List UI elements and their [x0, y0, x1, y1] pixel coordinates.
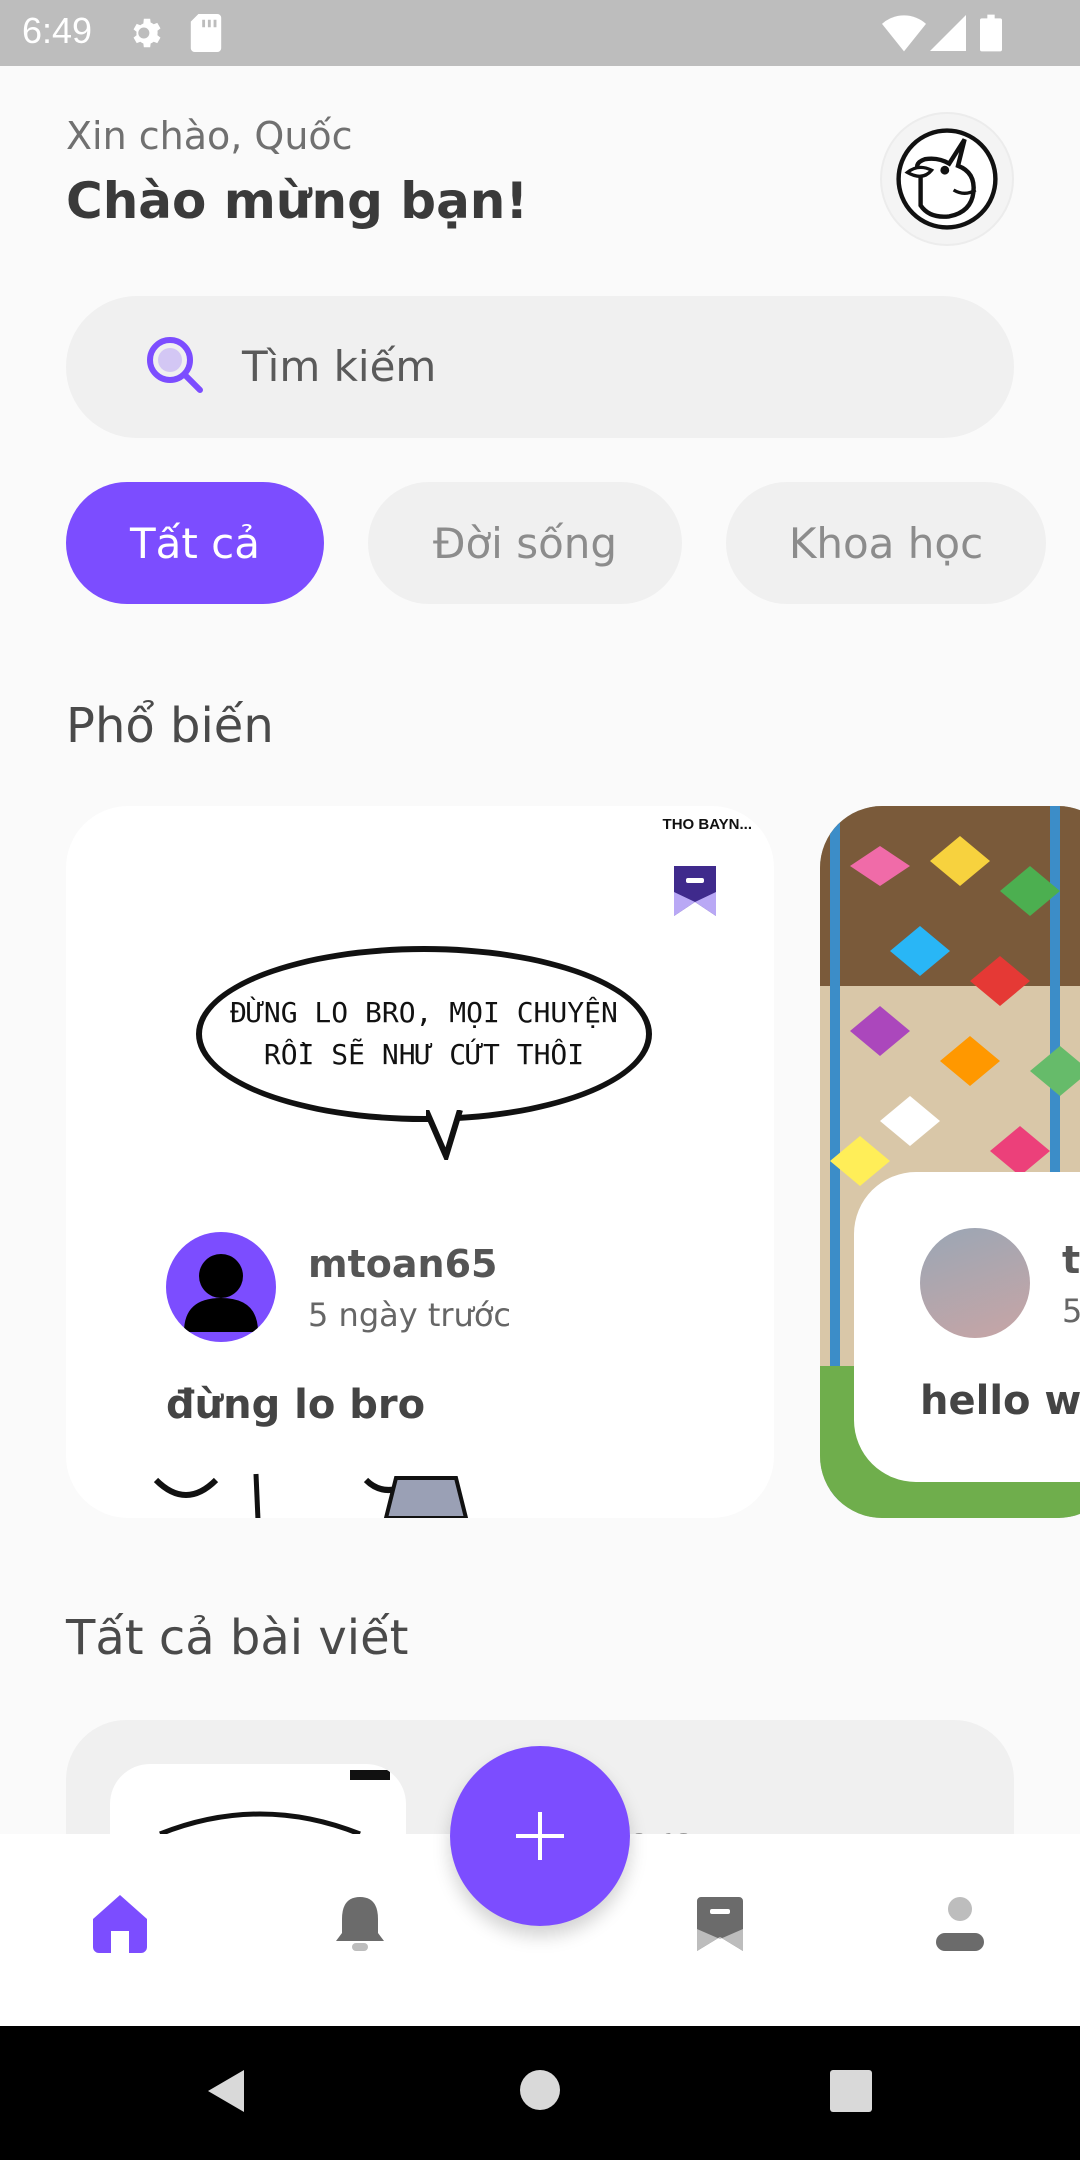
settings-icon: [128, 14, 166, 56]
home-icon: [93, 1895, 147, 1953]
author-avatar: [920, 1228, 1030, 1338]
section-popular-title: Phổ biến: [66, 698, 274, 754]
author-name: mtoan65: [308, 1242, 498, 1286]
chip-all[interactable]: Tất cả: [66, 482, 324, 604]
comic-watermark: THO BAYN...: [662, 816, 752, 833]
author-avatar: [166, 1232, 276, 1342]
system-navigation-bar: [0, 2026, 1080, 2160]
sd-card-icon: [190, 14, 222, 56]
nav-bookmarks[interactable]: [680, 1884, 760, 1964]
section-all-posts-title: Tất cả bài viết: [66, 1610, 409, 1666]
post-info-panel: t 5 hello wo: [854, 1172, 1080, 1482]
profile-icon: [936, 1897, 984, 1951]
post-info-panel: mtoan65 5 ngày trước đừng lo bro: [132, 1172, 772, 1462]
user-avatar[interactable]: [880, 112, 1014, 246]
add-post-button[interactable]: [450, 1746, 630, 1926]
post-title: hello wo: [920, 1378, 1080, 1424]
greeting-text: Xin chào, Quốc: [66, 114, 353, 158]
nav-home[interactable]: [80, 1884, 160, 1964]
wifi-icon: [882, 14, 926, 56]
comic-line-2: RỒI SẼ NHƯ CỨT THÔI: [263, 1038, 585, 1071]
recents-icon[interactable]: [830, 2070, 872, 2116]
author-name: t: [1062, 1238, 1080, 1282]
unicorn-avatar-icon: [896, 128, 998, 230]
home-button-icon[interactable]: [518, 2068, 562, 2116]
popular-card[interactable]: THO BAYN... ĐỪNG LO BRO, MỌI CHUYỆN RỒI …: [66, 806, 774, 1518]
bookmark-icon[interactable]: [670, 862, 720, 924]
chip-science[interactable]: Khoa học: [726, 482, 1046, 604]
bubble-tail: [426, 1110, 463, 1160]
post-time: 5 ngày trước: [308, 1296, 511, 1334]
comic-line-1: ĐỪNG LO BRO, MỌI CHUYỆN: [230, 996, 618, 1029]
status-bar: 6:49: [0, 0, 1080, 66]
chip-life[interactable]: Đời sống: [368, 482, 682, 604]
nav-profile[interactable]: [920, 1884, 1000, 1964]
bell-icon: [336, 1897, 384, 1951]
battery-icon: [980, 14, 1002, 56]
search-placeholder: Tìm kiếm: [242, 342, 437, 391]
bookmark-icon: [697, 1897, 743, 1951]
comic-drawing-bottom: [153, 1473, 469, 1518]
search-bar[interactable]: Tìm kiếm: [66, 296, 1014, 438]
nav-notifications[interactable]: [320, 1884, 400, 1964]
back-icon[interactable]: [204, 2066, 248, 2120]
comic-speech-bubble: ĐỪNG LO BRO, MỌI CHUYỆN RỒI SẼ NHƯ CỨT T…: [196, 946, 652, 1122]
welcome-title: Chào mừng bạn!: [66, 172, 529, 230]
popular-card[interactable]: t 5 hello wo: [820, 806, 1080, 1518]
signal-icon: [930, 14, 966, 56]
post-title: đừng lo bro: [166, 1382, 426, 1428]
post-time: 5: [1062, 1292, 1080, 1330]
plus-icon: [516, 1812, 564, 1860]
search-icon: [144, 334, 208, 402]
status-time: 6:49: [22, 10, 93, 51]
